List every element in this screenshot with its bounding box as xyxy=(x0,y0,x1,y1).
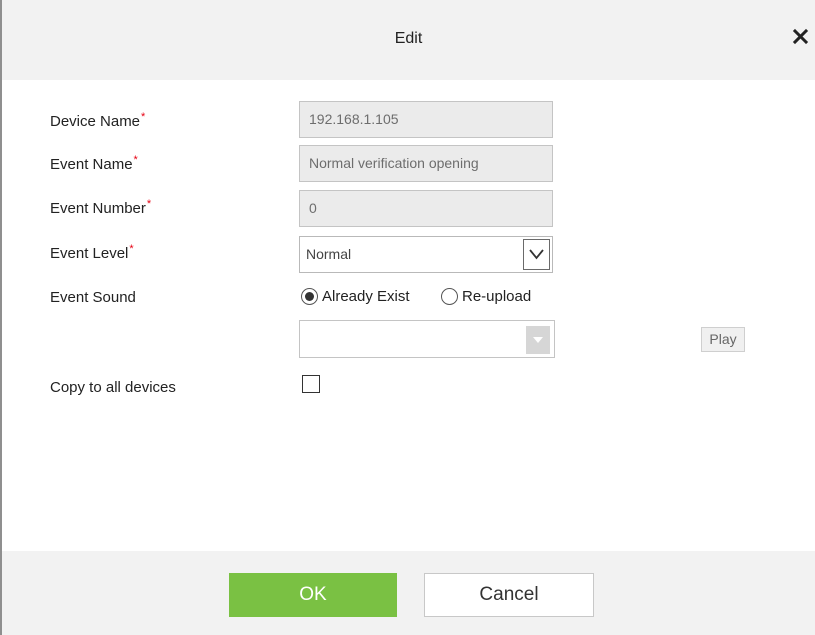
event-level-label: Event Level* xyxy=(50,243,134,262)
device-name-field[interactable]: 192.168.1.105 xyxy=(299,101,553,138)
copy-to-all-label: Copy to all devices xyxy=(50,379,176,396)
event-number-field[interactable]: 0 xyxy=(299,190,553,227)
radio-unchecked-icon xyxy=(441,288,458,305)
edit-dialog: Edit Device Name* 192.168.1.105 Event Na… xyxy=(0,0,815,635)
event-name-label: Event Name* xyxy=(50,154,138,173)
event-name-field[interactable]: Normal verification opening xyxy=(299,145,553,182)
required-mark: * xyxy=(133,154,138,166)
dialog-footer xyxy=(2,551,815,635)
event-level-select[interactable]: Normal xyxy=(299,236,553,273)
radio-re-upload-label: Re-upload xyxy=(462,288,532,305)
event-number-label: Event Number* xyxy=(50,198,152,217)
radio-already-exist-label: Already Exist xyxy=(322,288,410,305)
required-mark: * xyxy=(146,198,152,210)
copy-to-all-checkbox[interactable] xyxy=(302,375,320,393)
chevron-down-icon[interactable] xyxy=(523,239,550,270)
cancel-button[interactable]: Cancel xyxy=(424,573,594,617)
play-button[interactable]: Play xyxy=(701,327,745,352)
event-number-label-text: Event Number xyxy=(50,200,146,217)
dropdown-arrow-icon[interactable] xyxy=(526,326,550,354)
sound-file-select[interactable] xyxy=(299,320,555,358)
ok-button[interactable]: OK xyxy=(229,573,397,617)
dialog-title: Edit xyxy=(394,30,423,47)
radio-checked-icon xyxy=(301,288,318,305)
device-name-label: Device Name* xyxy=(50,111,146,130)
required-mark: * xyxy=(129,243,134,255)
device-name-label-text: Device Name xyxy=(50,113,141,130)
dialog-titlebar: Edit xyxy=(2,0,815,80)
event-sound-label: Event Sound xyxy=(50,289,136,306)
event-level-label-text: Event Level xyxy=(50,245,129,262)
required-mark: * xyxy=(141,111,146,123)
event-name-label-text: Event Name xyxy=(50,156,133,173)
event-level-value: Normal xyxy=(306,246,352,262)
close-icon[interactable] xyxy=(790,26,812,48)
